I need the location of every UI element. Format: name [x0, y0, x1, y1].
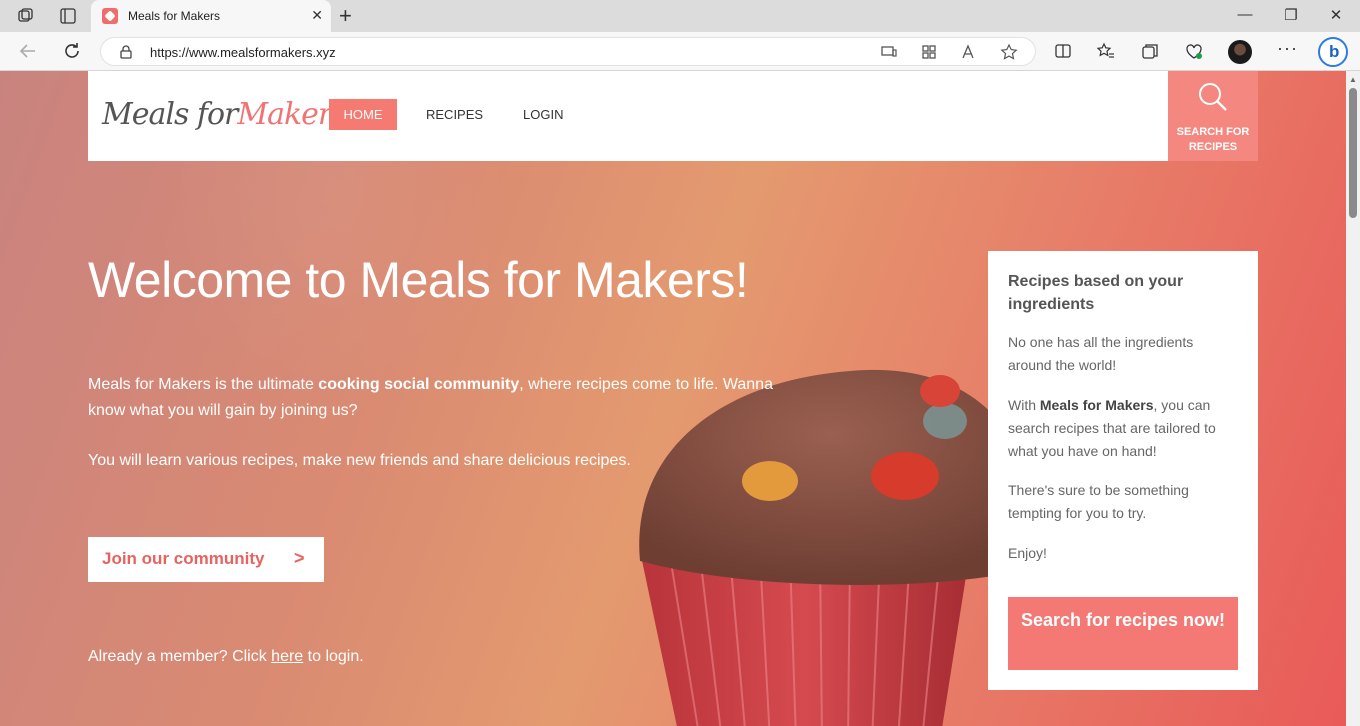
- address-toolbar: https://www.mealsformakers.xyz ··· b: [0, 32, 1360, 71]
- search-icon: [1199, 83, 1227, 111]
- search-recipes-label: SEARCH FOR RECIPES: [1176, 126, 1250, 153]
- collections-icon[interactable]: [1140, 41, 1160, 61]
- browser-tab-strip: Meals for Makers ✕ + — ❐ ✕: [0, 0, 1360, 32]
- panel-paragraph: With Meals for Makers, you can search re…: [1008, 397, 1216, 459]
- tab-title: Meals for Makers: [128, 9, 221, 23]
- site-header: Meals forMakers HOME RECIPES LOGIN SEARC…: [88, 71, 1258, 161]
- panel-paragraph: No one has all the ingredients around th…: [1008, 334, 1194, 373]
- immersive-reader-icon[interactable]: [880, 43, 898, 61]
- panel-title: Recipes based on your ingredients: [1008, 273, 1184, 313]
- new-tab-icon[interactable]: +: [339, 3, 352, 29]
- close-window-icon[interactable]: ✕: [1323, 6, 1349, 24]
- hero-intro-highlight: cooking social community: [318, 376, 520, 393]
- restore-icon[interactable]: ❐: [1278, 6, 1304, 24]
- browser-essentials-icon[interactable]: [1184, 41, 1204, 61]
- page-viewport: Meals forMakers HOME RECIPES LOGIN SEARC…: [0, 71, 1346, 726]
- lock-icon[interactable]: [119, 45, 133, 59]
- app-available-icon[interactable]: [920, 43, 938, 61]
- url-text: https://www.mealsformakers.xyz: [150, 45, 336, 60]
- site-logo[interactable]: Meals forMakers: [102, 97, 347, 132]
- read-aloud-icon[interactable]: [960, 43, 978, 61]
- chevron-right-icon: >: [294, 548, 305, 568]
- back-arrow-icon[interactable]: [17, 40, 39, 62]
- browser-tab-active[interactable]: Meals for Makers ✕: [91, 0, 331, 32]
- panel-paragraph: There's sure to be something tempting fo…: [1008, 482, 1189, 521]
- close-tab-icon[interactable]: ✕: [311, 7, 323, 24]
- hero-title: Welcome to Meals for Makers!: [88, 252, 749, 308]
- scroll-up-arrow-icon[interactable]: ▲: [1349, 75, 1357, 84]
- nav-home[interactable]: HOME: [329, 99, 397, 130]
- cupcake-hero-image: [639, 369, 1020, 726]
- search-recipes-now-button[interactable]: Search for recipes now!: [1008, 597, 1238, 670]
- join-community-label: Join our community: [102, 549, 265, 568]
- site-favicon-icon: [102, 8, 118, 24]
- search-recipes-button[interactable]: SEARCH FOR RECIPES: [1168, 71, 1258, 161]
- join-community-button[interactable]: Join our community >: [88, 537, 324, 582]
- profile-avatar[interactable]: [1228, 40, 1252, 64]
- nav-login[interactable]: LOGIN: [523, 99, 563, 130]
- hero-intro: Meals for Makers is the ultimate cooking…: [88, 376, 773, 419]
- nav-recipes[interactable]: RECIPES: [426, 99, 483, 130]
- panel-paragraph: Enjoy!: [1008, 545, 1047, 561]
- member-login-text: Already a member? Click here to login.: [88, 648, 364, 665]
- refresh-icon[interactable]: [61, 40, 83, 62]
- split-screen-icon[interactable]: [1053, 41, 1073, 61]
- more-menu-icon[interactable]: ···: [1277, 38, 1297, 58]
- tab-actions-icon[interactable]: [58, 6, 78, 26]
- address-bar[interactable]: https://www.mealsformakers.xyz: [100, 37, 1036, 66]
- page-scrollbar[interactable]: ▲: [1346, 71, 1360, 726]
- favorite-star-icon[interactable]: [1000, 43, 1018, 61]
- ingredients-info-panel: Recipes based on your ingredients No one…: [988, 251, 1258, 690]
- scrollbar-thumb[interactable]: [1349, 88, 1357, 218]
- workspaces-icon[interactable]: [16, 6, 36, 26]
- hero-benefits: You will learn various recipes, make new…: [88, 452, 631, 469]
- favorites-icon[interactable]: [1096, 41, 1116, 61]
- bing-copilot-icon[interactable]: b: [1318, 37, 1348, 67]
- login-here-link[interactable]: here: [271, 648, 303, 665]
- minimize-icon[interactable]: —: [1232, 6, 1258, 23]
